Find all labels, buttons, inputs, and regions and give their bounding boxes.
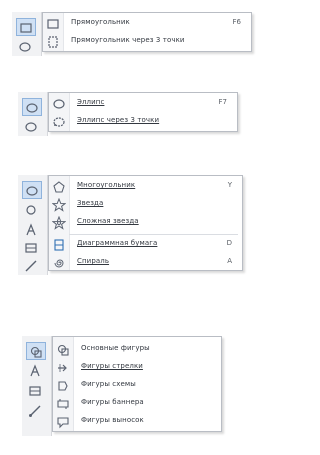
three-point-ellipse-icon [53, 117, 65, 127]
text-icon [30, 364, 40, 377]
menu-item-spiral[interactable]: Спираль A [49, 254, 242, 272]
polygon-flyout-menu: Многоугольник Y Звезда Сложная звезда Ди… [48, 175, 243, 271]
rectangle-tool-button[interactable] [16, 18, 36, 36]
ellipse-icon [19, 42, 31, 52]
shapes-flyout-menu: Основные фигуры Фигуры стрелки Фигуры сх… [52, 336, 222, 432]
menu-item-label: Диаграммная бумага [77, 239, 158, 247]
polygon-icon [25, 122, 37, 132]
menu-item-star[interactable]: Звезда [49, 196, 242, 214]
menu-item-label: Многоугольник [77, 181, 136, 189]
menu-item-shortcut: F6 [232, 18, 241, 26]
menu-item-label: Звезда [77, 199, 104, 207]
menu-item-label: Основные фигуры [81, 344, 150, 352]
menu-item-graph-paper[interactable]: Диаграммная бумага D [49, 236, 242, 254]
arrow-shapes-icon [58, 364, 67, 372]
toolbox-strip [12, 12, 42, 56]
rectangle-icon [20, 23, 32, 33]
menu-item-label: Фигуры стрелки [81, 362, 143, 370]
polygon-tool-panel: Многоугольник Y Звезда Сложная звезда Ди… [18, 175, 243, 275]
menu-item-shortcut: A [227, 257, 232, 265]
banner-shapes-icon [57, 399, 69, 409]
menu-item-shortcut: D [226, 239, 232, 247]
basic-shapes-icon [26, 205, 36, 215]
menu-item-callout-shapes[interactable]: Фигуры выносок [53, 413, 221, 431]
menu-item-complex-star[interactable]: Сложная звезда [49, 214, 242, 232]
menu-item-label: Прямоугольник через 3 точки [71, 36, 185, 44]
text-tool-button[interactable] [22, 221, 42, 239]
menu-item-label: Эллипс через 3 точки [77, 116, 160, 124]
polygon-icon [53, 181, 65, 193]
rectangle-flyout-menu: Прямоугольник F6 Прямоугольник через 3 т… [42, 12, 252, 52]
ellipse-flyout-menu: Эллипс F7 Эллипс через 3 точки [48, 92, 238, 132]
shapes-tool-panel: Основные фигуры Фигуры стрелки Фигуры сх… [22, 336, 222, 436]
spiral-icon [54, 259, 64, 268]
menu-item-shortcut: F7 [218, 98, 227, 106]
text-icon [26, 223, 36, 236]
rectangle-tool-panel: Прямоугольник F6 Прямоугольник через 3 т… [12, 12, 252, 56]
menu-item-banner-shapes[interactable]: Фигуры баннера [53, 395, 221, 413]
toolbox-strip [22, 336, 52, 436]
dimension-tool-button[interactable] [26, 402, 46, 420]
menu-item-polygon[interactable]: Многоугольник Y [49, 178, 242, 196]
menu-item-label: Прямоугольник [71, 18, 130, 26]
menu-item-shortcut: Y [227, 181, 232, 189]
menu-item-basic-shapes[interactable]: Основные фигуры [53, 341, 221, 359]
menu-item-flowchart-shapes[interactable]: Фигуры схемы [53, 377, 221, 395]
table-tool-button[interactable] [22, 239, 42, 257]
shapes-tool-button[interactable] [22, 201, 42, 219]
dimension-icon [29, 405, 41, 417]
toolbox-strip [18, 92, 48, 136]
rectangle-icon [47, 19, 59, 29]
complex-star-icon [52, 216, 66, 230]
basic-shapes-icon [57, 344, 69, 356]
flowchart-shapes-icon [58, 381, 68, 391]
star-icon [52, 198, 66, 212]
graph-paper-icon [54, 239, 64, 251]
text-tool-button[interactable] [26, 362, 46, 380]
dimension-tool-button[interactable] [22, 257, 42, 275]
ellipse-icon [53, 99, 65, 109]
menu-item-label: Фигуры баннера [81, 398, 144, 406]
basic-shapes-icon [30, 346, 42, 358]
toolbox-strip [18, 175, 48, 275]
menu-separator [69, 234, 238, 235]
shapes-tool-button[interactable] [26, 342, 46, 360]
menu-item-label: Спираль [77, 257, 110, 265]
ellipse-tool-panel: Эллипс F7 Эллипс через 3 точки [18, 92, 238, 136]
ellipse-tool-button[interactable] [16, 38, 36, 56]
ellipse-tool-button[interactable] [22, 181, 42, 199]
menu-item-three-point-ellipse[interactable]: Эллипс через 3 точки [49, 113, 237, 131]
ellipse-tool-button[interactable] [22, 98, 42, 116]
menu-item-rectangle[interactable]: Прямоугольник F6 [43, 15, 251, 33]
table-tool-button[interactable] [26, 382, 46, 400]
ellipse-icon [26, 103, 38, 113]
menu-item-label: Фигуры схемы [81, 380, 136, 388]
menu-item-label: Фигуры выносок [81, 416, 144, 424]
menu-item-arrow-shapes[interactable]: Фигуры стрелки [53, 359, 221, 377]
menu-item-label: Эллипс [77, 98, 105, 106]
callout-shapes-icon [57, 417, 69, 429]
dimension-icon [25, 260, 37, 272]
menu-item-three-point-rectangle[interactable]: Прямоугольник через 3 точки [43, 33, 251, 51]
ellipse-icon [26, 186, 38, 196]
three-point-rectangle-icon [48, 36, 58, 48]
table-icon [25, 243, 37, 253]
menu-item-label: Сложная звезда [77, 217, 139, 225]
polygon-tool-button[interactable] [22, 118, 42, 136]
menu-item-ellipse[interactable]: Эллипс F7 [49, 95, 237, 113]
table-icon [29, 386, 41, 396]
